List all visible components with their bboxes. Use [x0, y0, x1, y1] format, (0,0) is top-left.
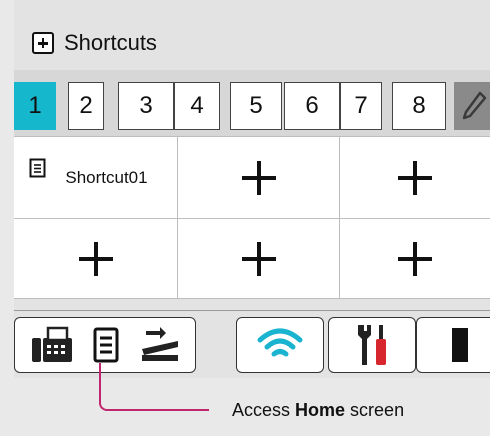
- scanner-icon: [142, 327, 178, 361]
- wifi-button[interactable]: [236, 317, 324, 373]
- add-shortcut-button[interactable]: [340, 137, 490, 219]
- plus-icon: [78, 241, 113, 276]
- tab-4[interactable]: 4: [174, 82, 220, 130]
- plus-box-icon: [32, 32, 54, 54]
- page-title: Shortcuts: [64, 30, 157, 55]
- settings-button[interactable]: [328, 317, 416, 373]
- pencil-icon: [462, 91, 487, 120]
- plus-icon: [241, 160, 276, 195]
- toner-button[interactable]: [416, 317, 490, 373]
- tab-2[interactable]: 2: [68, 82, 104, 130]
- callout-label: Access Home screen: [232, 400, 405, 420]
- plus-icon: [398, 241, 432, 276]
- tab-1[interactable]: 1: [14, 82, 56, 130]
- shortcut-label: Shortcut01: [65, 167, 148, 187]
- add-shortcut-button[interactable]: [340, 219, 490, 299]
- edit-tabs-button[interactable]: [454, 82, 490, 130]
- document-icon: [93, 327, 119, 363]
- toner-icon: [452, 328, 468, 362]
- title-bar: Shortcuts: [14, 16, 490, 70]
- tab-3[interactable]: 3: [118, 82, 174, 130]
- tab-6[interactable]: 6: [284, 82, 340, 130]
- tab-5[interactable]: 5: [230, 82, 282, 130]
- shortcut-grid: Shortcut01: [14, 136, 490, 299]
- add-shortcut-button[interactable]: [178, 137, 340, 219]
- plus-icon: [398, 160, 432, 195]
- tab-7[interactable]: 7: [340, 82, 382, 130]
- tab-8[interactable]: 8: [392, 82, 446, 130]
- shortcut-button[interactable]: Shortcut01: [14, 137, 178, 219]
- add-shortcut-button[interactable]: [178, 219, 340, 299]
- wifi-icon: [257, 328, 303, 357]
- fax-icon: [32, 326, 72, 362]
- callout-line: [99, 363, 209, 411]
- document-icon: [29, 158, 45, 177]
- add-shortcut-button[interactable]: [14, 219, 178, 299]
- bottom-bar: [14, 310, 490, 378]
- tools-icon: [358, 325, 386, 365]
- plus-icon: [241, 241, 276, 276]
